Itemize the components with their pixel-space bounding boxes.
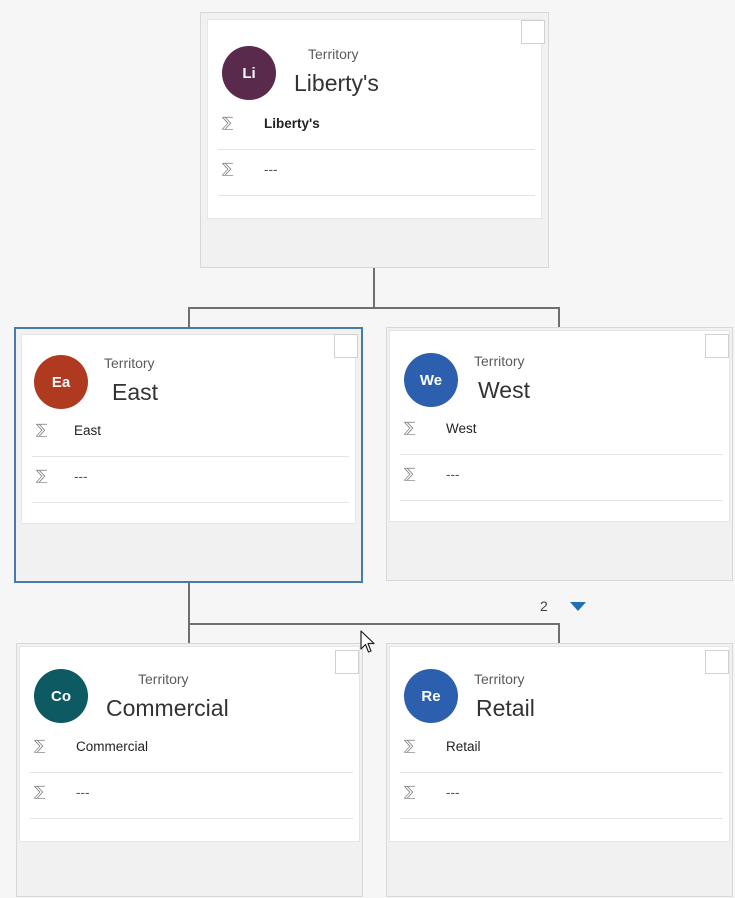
- card-content: We Territory West ⅀ West ⅀ ---: [389, 330, 730, 522]
- avatar: We: [404, 353, 458, 407]
- field-row: ⅀ Retail: [400, 727, 723, 773]
- field-value: ---: [76, 785, 90, 800]
- connector-commercial-up: [188, 623, 190, 643]
- sigma-icon: ⅀: [404, 466, 416, 482]
- record-title: Retail: [476, 695, 535, 721]
- sigma-icon: ⅀: [36, 422, 48, 438]
- record-type-label: Territory: [138, 671, 189, 687]
- field-row: ⅀ ---: [400, 773, 723, 819]
- avatar: Co: [34, 669, 88, 723]
- connector-east-up: [188, 307, 190, 327]
- field-value: ---: [446, 467, 460, 482]
- field-row: ⅀ Commercial: [30, 727, 353, 773]
- connector-east-down: [188, 583, 190, 624]
- record-type-label: Territory: [474, 353, 525, 369]
- field-row: ⅀ West: [400, 409, 723, 455]
- sigma-icon: ⅀: [404, 420, 416, 436]
- territory-card-east[interactable]: Ea Territory East ⅀ East ⅀ ---: [14, 327, 363, 583]
- select-checkbox[interactable]: [705, 650, 729, 674]
- record-type-label: Territory: [474, 671, 525, 687]
- avatar-initials: Li: [242, 64, 256, 82]
- avatar-initials: We: [419, 371, 443, 389]
- record-type-label: Territory: [308, 46, 359, 62]
- territory-card-west[interactable]: We Territory West ⅀ West ⅀ ---: [386, 327, 733, 581]
- territory-card-commercial[interactable]: Co Territory Commercial ⅀ Commercial ⅀ -…: [16, 643, 363, 897]
- avatar: Ea: [34, 355, 88, 409]
- field-row: ⅀ ---: [32, 457, 349, 503]
- field-row: ⅀ East: [32, 411, 349, 457]
- sigma-icon: ⅀: [34, 784, 46, 800]
- sigma-icon: ⅀: [404, 784, 416, 800]
- sigma-icon: ⅀: [222, 161, 234, 177]
- select-checkbox[interactable]: [705, 334, 729, 358]
- field-row: ⅀ Liberty's: [218, 104, 535, 150]
- avatar-initials: Ea: [51, 373, 71, 391]
- children-count: 2: [540, 598, 548, 614]
- record-type-label: Territory: [104, 355, 155, 371]
- field-value: ---: [446, 785, 460, 800]
- sigma-icon: ⅀: [404, 738, 416, 754]
- caret-down-icon[interactable]: [570, 602, 586, 611]
- field-row: ⅀ ---: [30, 773, 353, 819]
- connector-level1-horizontal: [188, 307, 560, 309]
- field-row: ⅀ ---: [218, 150, 535, 196]
- field-row: ⅀ ---: [400, 455, 723, 501]
- connector-retail-up: [558, 623, 560, 643]
- record-title: East: [112, 379, 159, 405]
- record-title: West: [478, 377, 530, 403]
- field-value: Liberty's: [264, 116, 320, 131]
- card-content: Re Territory Retail ⅀ Retail ⅀ ---: [389, 646, 730, 842]
- avatar-initials: Co: [51, 687, 71, 705]
- avatar: Li: [222, 46, 276, 100]
- connector-level2-horizontal: [188, 623, 560, 625]
- select-checkbox[interactable]: [521, 20, 545, 44]
- field-value: West: [446, 421, 477, 436]
- record-title: Commercial: [106, 695, 229, 721]
- sigma-icon: ⅀: [222, 115, 234, 131]
- mouse-pointer-icon: [360, 630, 375, 653]
- org-chart: Li Territory Liberty's ⅀ Liberty's ⅀ ---…: [0, 0, 735, 898]
- sigma-icon: ⅀: [34, 738, 46, 754]
- field-value: East: [74, 423, 102, 438]
- connector-west-up: [558, 307, 560, 327]
- card-content: Co Territory Commercial ⅀ Commercial ⅀ -…: [19, 646, 360, 842]
- field-value: ---: [264, 162, 278, 177]
- territory-card-retail[interactable]: Re Territory Retail ⅀ Retail ⅀ ---: [386, 643, 733, 897]
- select-checkbox[interactable]: [334, 334, 358, 358]
- select-checkbox[interactable]: [335, 650, 359, 674]
- card-content: Li Territory Liberty's ⅀ Liberty's ⅀ ---: [207, 19, 542, 219]
- field-value: Commercial: [76, 739, 149, 754]
- field-value: Retail: [446, 739, 481, 754]
- avatar-initials: Re: [421, 687, 441, 705]
- record-title: Liberty's: [294, 70, 379, 96]
- card-content: Ea Territory East ⅀ East ⅀ ---: [21, 334, 356, 524]
- field-value: ---: [74, 469, 88, 484]
- avatar: Re: [404, 669, 458, 723]
- territory-card-libertys[interactable]: Li Territory Liberty's ⅀ Liberty's ⅀ ---: [200, 12, 549, 268]
- connector-root-down: [373, 266, 375, 308]
- sigma-icon: ⅀: [36, 468, 48, 484]
